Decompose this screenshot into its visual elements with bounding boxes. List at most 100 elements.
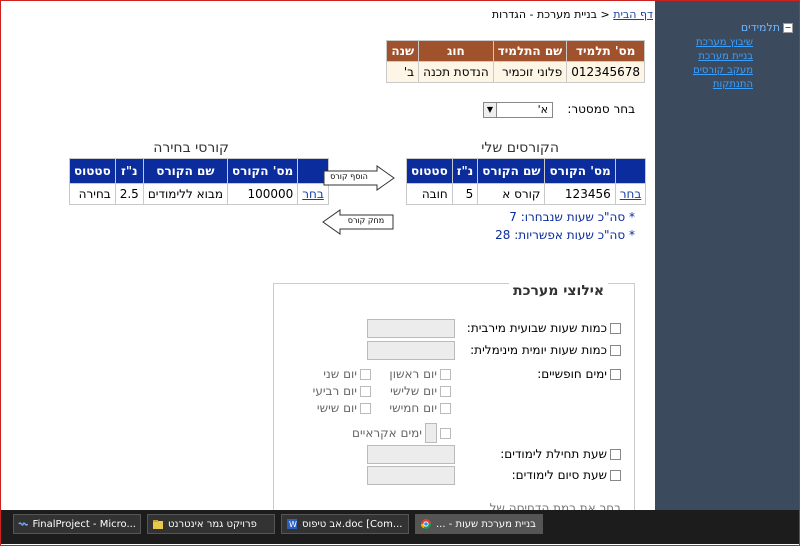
- random-days-input[interactable]: [425, 423, 437, 443]
- table-row: בחר 100000 מבוא ללימודים 2.5 בחירה: [69, 183, 329, 205]
- min-daily-label: כמות שעות יומית מינימלית:: [470, 343, 607, 357]
- day-tuesday-checkbox[interactable]: [440, 385, 451, 397]
- end-time-checkbox[interactable]: [610, 469, 621, 481]
- day-sunday-checkbox[interactable]: [440, 368, 451, 380]
- min-daily-input[interactable]: [367, 341, 455, 360]
- header-status: סטטוס: [406, 158, 453, 184]
- start-time-row: שעת תחילת לימודים:: [500, 447, 621, 461]
- sidebar-item-logout[interactable]: התנתקות: [663, 79, 793, 90]
- svg-text:W: W: [289, 520, 297, 529]
- header-student-id: מס' תלמיד: [566, 40, 645, 62]
- windows-taskbar: FinalProject - Micro... פרויקט גמר אינטר…: [1, 510, 799, 544]
- header-credits: נ"ז: [451, 158, 479, 184]
- elective-courses-title: קורסי בחירה: [153, 140, 229, 156]
- nav-header-label: תלמידים: [740, 21, 780, 34]
- taskbar-item-chrome[interactable]: בניית מערכת שעות - ...: [415, 514, 543, 534]
- header-department: חוג: [418, 40, 494, 62]
- course-credits: 2.5: [114, 183, 144, 205]
- course-name: מבוא ללימודים: [142, 183, 228, 205]
- select-elective-course-link[interactable]: בחר: [302, 187, 324, 201]
- course-name: קורס א: [477, 183, 546, 205]
- compress-label: בחר את רמת הדחיסה של: [489, 501, 621, 510]
- max-weekly-checkbox[interactable]: [610, 322, 621, 334]
- header-student-name: שם התלמיד: [492, 40, 568, 62]
- semester-select[interactable]: ▼ א': [483, 102, 553, 118]
- elective-courses-table: מס' הקורס שם הקורס נ"ז סטטוס בחר 100000 …: [69, 158, 329, 205]
- breadcrumb-separator: <: [600, 8, 610, 21]
- sidebar-item-schedule-placement[interactable]: שיבוץ מערכת: [663, 37, 793, 48]
- table-row: בחר 123456 קורס א 5 חובה: [406, 183, 647, 205]
- header-course-number: מס' הקורס: [226, 158, 299, 184]
- elective-courses-header: מס' הקורס שם הקורס נ"ז סטטוס: [69, 158, 329, 184]
- header-action: [614, 158, 647, 184]
- remove-course-label: מחק קורס: [347, 216, 385, 225]
- day-friday[interactable]: יום שישי: [317, 401, 371, 415]
- free-days-label: ימים חופשיים:: [537, 367, 607, 381]
- end-time-label: שעת סיום לימודים:: [511, 468, 607, 482]
- sidebar-item-course-tracking[interactable]: מעקב קורסים: [663, 65, 793, 76]
- chevron-down-icon[interactable]: ▼: [484, 103, 497, 117]
- course-number: 123456: [544, 183, 616, 205]
- min-daily-row: כמות שעות יומית מינימלית:: [470, 343, 621, 357]
- day-monday[interactable]: יום שני: [323, 367, 371, 381]
- free-days-checkbox[interactable]: [610, 368, 621, 380]
- add-course-label: הוסף קורס: [330, 172, 368, 181]
- word-document-icon: W: [287, 519, 297, 529]
- start-time-input[interactable]: [367, 445, 455, 464]
- add-course-button[interactable]: הוסף קורס: [323, 165, 395, 191]
- my-courses-table: מס' הקורס שם הקורס נ"ז סטטוס בחר 123456 …: [406, 158, 647, 205]
- start-time-checkbox[interactable]: [610, 448, 621, 460]
- my-courses-title: הקורסים שלי: [481, 140, 559, 156]
- table-row: 012345678 פלוני זוכמיר הנדסת תכנה ב': [386, 61, 645, 83]
- header-course-number: מס' הקורס: [544, 158, 616, 184]
- start-time-label: שעת תחילת לימודים:: [500, 447, 607, 461]
- max-weekly-row: כמות שעות שבועית מירבית:: [467, 321, 621, 335]
- taskbar-item-visual-studio[interactable]: FinalProject - Micro...: [13, 514, 141, 534]
- main-content: דף הבית < בניית מערכת - הגדרות מס' תלמיד…: [1, 1, 655, 510]
- system-constraints-legend: אילוצי מערכת: [509, 283, 609, 299]
- header-status: סטטוס: [69, 158, 116, 184]
- day-tuesday[interactable]: יום שלישי: [390, 384, 451, 398]
- day-wednesday-checkbox[interactable]: [360, 385, 371, 397]
- breadcrumb-home-link[interactable]: דף הבית: [613, 8, 653, 21]
- day-thursday-checkbox[interactable]: [440, 402, 451, 414]
- collapse-icon[interactable]: −: [783, 22, 793, 33]
- course-number: 100000: [226, 183, 299, 205]
- random-days-row: ימים אקראיים: [352, 423, 451, 443]
- student-department: הנדסת תכנה: [418, 61, 494, 83]
- nav-header-students[interactable]: − תלמידים: [663, 21, 793, 34]
- breadcrumb: דף הבית < בניית מערכת - הגדרות: [492, 8, 653, 21]
- student-id: 012345678: [566, 61, 645, 83]
- student-info-table: מס' תלמיד שם התלמיד חוג שנה 012345678 פל…: [386, 40, 645, 83]
- semester-label: בחר סמסטר:: [567, 102, 635, 116]
- taskbar-item-word[interactable]: W אב טיפוס.doc [Com...: [281, 514, 409, 534]
- course-status: בחירה: [69, 183, 116, 205]
- day-monday-checkbox[interactable]: [360, 368, 371, 380]
- end-time-input[interactable]: [367, 466, 455, 485]
- chrome-icon: [421, 519, 431, 529]
- compress-row: בחר את רמת הדחיסה של: [490, 501, 621, 510]
- semester-value: א': [537, 103, 548, 116]
- breadcrumb-current: בניית מערכת - הגדרות: [491, 8, 597, 21]
- min-daily-checkbox[interactable]: [610, 344, 621, 356]
- sidebar-item-build-schedule[interactable]: בניית מערכת: [663, 51, 793, 62]
- remove-course-button[interactable]: מחק קורס: [322, 209, 394, 235]
- day-friday-checkbox[interactable]: [360, 402, 371, 414]
- max-weekly-input[interactable]: [367, 319, 455, 338]
- header-year: שנה: [386, 40, 420, 62]
- visual-studio-icon: [18, 522, 29, 526]
- total-hours-possible: * סה"כ שעות אפשריות: 28: [495, 228, 635, 242]
- course-credits: 5: [451, 183, 479, 205]
- nav-menu: − תלמידים שיבוץ מערכת בניית מערכת מעקב ק…: [663, 21, 793, 90]
- header-course-name: שם הקורס: [477, 158, 546, 184]
- taskbar-item-folder[interactable]: פרויקט גמר אינטרנט: [147, 514, 275, 534]
- student-table-header: מס' תלמיד שם התלמיד חוג שנה: [386, 40, 645, 62]
- random-days-checkbox[interactable]: [440, 427, 451, 439]
- student-year: ב': [386, 61, 420, 83]
- max-weekly-label: כמות שעות שבועית מירבית:: [466, 321, 607, 335]
- day-sunday[interactable]: יום ראשון: [389, 367, 451, 381]
- day-wednesday[interactable]: יום רביעי: [313, 384, 371, 398]
- select-my-course-link[interactable]: בחר: [620, 187, 642, 201]
- day-thursday[interactable]: יום חמישי: [389, 401, 451, 415]
- student-name: פלוני זוכמיר: [492, 61, 568, 83]
